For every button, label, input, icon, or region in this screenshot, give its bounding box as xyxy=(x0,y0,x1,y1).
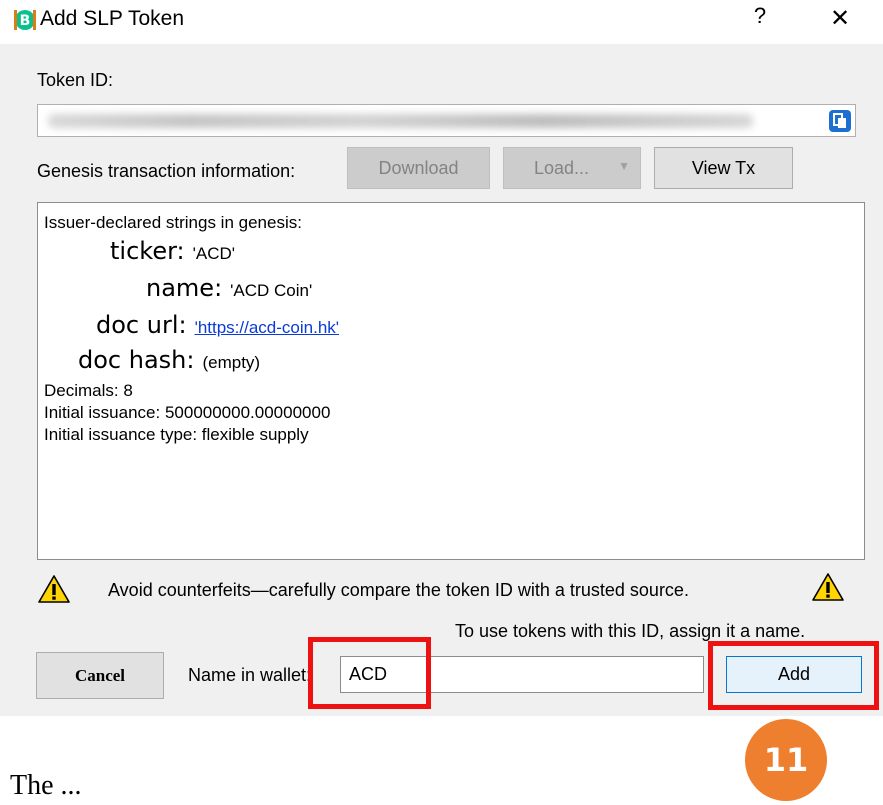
ticker-key: ticker: xyxy=(110,237,185,265)
name-in-wallet-label: Name in wallet: xyxy=(188,665,312,685)
initial-issuance-text: Initial issuance: 500000000.00000000 xyxy=(44,403,331,422)
copy-icon[interactable] xyxy=(829,110,851,132)
doc-hash-value: (empty) xyxy=(202,353,261,372)
view-tx-button[interactable]: View Tx xyxy=(654,147,793,189)
warning-icon xyxy=(811,572,845,602)
load-dropdown[interactable]: Load... ▼ xyxy=(503,147,641,189)
assign-name-hint: To use tokens with this ID, assign it a … xyxy=(455,621,806,641)
genesis-info-box: Issuer-declared strings in genesis: tick… xyxy=(37,202,865,560)
electron-cash-logo-icon: B xyxy=(13,9,37,31)
token-id-field[interactable] xyxy=(37,104,856,137)
title-bar: B Add SLP Token ? ✕ xyxy=(0,0,883,44)
counterfeit-warning: Avoid counterfeits—carefully compare the… xyxy=(108,580,689,600)
doc-hash-key: doc hash: xyxy=(78,346,195,374)
doc-url-row: doc url: 'https://acd-coin.hk' xyxy=(96,311,339,339)
name-key: name: xyxy=(146,274,223,302)
token-id-value-redacted xyxy=(48,114,753,128)
doc-url-key: doc url: xyxy=(96,311,187,339)
doc-hash-row: doc hash: (empty) xyxy=(78,346,260,374)
doc-url-link[interactable]: 'https://acd-coin.hk' xyxy=(195,318,339,337)
genesis-info-label: Genesis transaction information: xyxy=(37,161,296,181)
name-row: name: 'ACD Coin' xyxy=(146,274,312,302)
window-title: Add SLP Token xyxy=(40,7,185,30)
close-button[interactable]: ✕ xyxy=(828,4,852,33)
issuance-type-text: Initial issuance type: flexible supply xyxy=(44,425,309,444)
info-header: Issuer-declared strings in genesis: xyxy=(44,213,302,232)
svg-text:B: B xyxy=(20,13,31,29)
download-button[interactable]: Download xyxy=(347,147,490,189)
highlight-box-add-button xyxy=(708,641,879,710)
highlight-box-name-input xyxy=(308,637,431,709)
ticker-row: ticker: 'ACD' xyxy=(110,237,235,265)
caption-text: The ... xyxy=(10,770,82,801)
add-slp-token-dialog: B Add SLP Token ? ✕ Token ID: Genesis tr… xyxy=(0,0,883,716)
chevron-down-icon: ▼ xyxy=(618,159,630,173)
token-id-label: Token ID: xyxy=(37,70,114,90)
help-button[interactable]: ? xyxy=(748,3,772,29)
name-value: 'ACD Coin' xyxy=(230,281,313,300)
warning-icon xyxy=(37,574,71,604)
decimals-text: Decimals: 8 xyxy=(44,381,133,400)
step-badge: 11 xyxy=(745,719,827,801)
cancel-button[interactable]: Cancel xyxy=(36,652,164,699)
load-label: Load... xyxy=(534,157,590,178)
ticker-value: 'ACD' xyxy=(192,244,236,263)
